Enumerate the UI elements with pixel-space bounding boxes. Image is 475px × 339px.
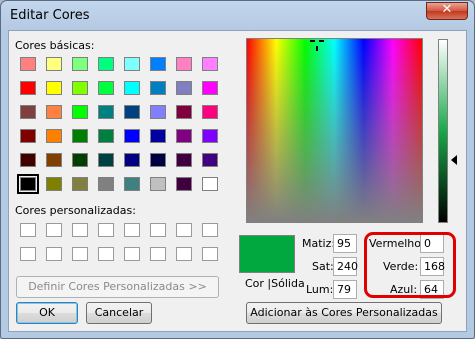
basic-color-swatch[interactable] <box>176 129 192 143</box>
basic-color-swatch[interactable] <box>98 81 114 95</box>
basic-color-swatch[interactable] <box>72 57 88 71</box>
basic-color-swatch[interactable] <box>46 105 62 119</box>
basic-color-swatch[interactable] <box>176 105 192 119</box>
edit-colors-dialog: Editar Cores ✕ Cores básicas: Cores pers… <box>0 0 475 339</box>
custom-color-swatch[interactable] <box>72 223 88 237</box>
close-button[interactable]: ✕ <box>426 2 468 20</box>
custom-color-swatch[interactable] <box>176 223 192 237</box>
basic-color-swatch[interactable] <box>98 153 114 167</box>
define-custom-colors-button[interactable]: Definir Cores Personalizadas >> <box>16 276 219 298</box>
basic-color-swatch[interactable] <box>124 81 140 95</box>
sat-label: Sat: <box>312 260 334 273</box>
basic-color-swatch[interactable] <box>98 177 114 191</box>
basic-color-swatch[interactable] <box>20 105 36 119</box>
custom-color-swatch[interactable] <box>176 247 192 261</box>
custom-color-swatch[interactable] <box>72 247 88 261</box>
basic-color-swatch[interactable] <box>202 129 218 143</box>
custom-color-swatch[interactable] <box>20 247 36 261</box>
basic-color-swatch[interactable] <box>46 57 62 71</box>
custom-color-swatch[interactable] <box>150 223 166 237</box>
custom-color-swatch[interactable] <box>98 247 114 261</box>
basic-color-swatch[interactable] <box>46 153 62 167</box>
basic-color-swatch[interactable] <box>46 81 62 95</box>
color-spectrum[interactable] <box>246 38 423 223</box>
basic-color-swatch[interactable] <box>98 105 114 119</box>
custom-colors-label: Cores personalizadas: <box>15 204 136 217</box>
custom-color-swatch[interactable] <box>202 223 218 237</box>
basic-color-swatch[interactable] <box>46 177 62 191</box>
basic-color-swatch[interactable] <box>72 177 88 191</box>
sat-input[interactable]: 240 <box>333 257 358 276</box>
luminosity-bar[interactable] <box>438 39 448 223</box>
custom-color-swatch[interactable] <box>124 223 140 237</box>
basic-color-swatch[interactable] <box>46 129 62 143</box>
hue-label: Matiz: <box>302 237 336 250</box>
basic-color-swatch[interactable] <box>150 57 166 71</box>
basic-color-swatch[interactable] <box>176 153 192 167</box>
basic-color-swatch[interactable] <box>72 105 88 119</box>
basic-color-swatch[interactable] <box>202 57 218 71</box>
basic-color-swatch[interactable] <box>124 177 140 191</box>
custom-color-swatch[interactable] <box>46 247 62 261</box>
custom-color-swatch[interactable] <box>20 223 36 237</box>
ok-button[interactable]: OK <box>16 302 78 324</box>
basic-color-swatch[interactable] <box>176 57 192 71</box>
custom-color-swatch[interactable] <box>150 247 166 261</box>
basic-color-swatch[interactable] <box>150 129 166 143</box>
custom-color-swatch[interactable] <box>98 223 114 237</box>
window-title: Editar Cores <box>10 8 90 23</box>
hue-input[interactable]: 95 <box>333 234 357 253</box>
basic-color-swatch[interactable] <box>72 81 88 95</box>
cancel-button[interactable]: Cancelar <box>86 302 152 324</box>
lum-label: Lum: <box>306 283 334 296</box>
basic-color-swatch[interactable] <box>20 81 36 95</box>
basic-color-swatch[interactable] <box>176 81 192 95</box>
basic-color-swatch[interactable] <box>202 105 218 119</box>
dialog-body: Cores básicas: Cores personalizadas: Def… <box>8 30 467 332</box>
basic-color-swatch[interactable] <box>202 177 218 191</box>
basic-color-swatch[interactable] <box>202 153 218 167</box>
basic-color-swatch[interactable] <box>202 81 218 95</box>
basic-color-swatch[interactable] <box>72 153 88 167</box>
basic-colors-label: Cores básicas: <box>15 39 95 52</box>
basic-color-swatch[interactable] <box>150 153 166 167</box>
basic-color-swatch[interactable] <box>176 177 192 191</box>
basic-color-swatch[interactable] <box>124 153 140 167</box>
basic-color-swatch[interactable] <box>17 174 39 194</box>
basic-color-swatch[interactable] <box>98 57 114 71</box>
custom-color-swatch[interactable] <box>202 247 218 261</box>
basic-color-swatch[interactable] <box>124 105 140 119</box>
add-to-custom-colors-button[interactable]: Adicionar às Cores Personalizadas <box>246 302 442 324</box>
close-icon: ✕ <box>441 2 453 17</box>
basic-color-swatch[interactable] <box>98 129 114 143</box>
title-bar[interactable]: Editar Cores ✕ <box>1 1 474 31</box>
basic-color-swatch[interactable] <box>20 57 36 71</box>
custom-color-swatch[interactable] <box>124 247 140 261</box>
basic-color-swatch[interactable] <box>72 129 88 143</box>
luminosity-arrow-icon[interactable] <box>451 155 457 165</box>
color-solid-label: Cor |Sólida <box>245 277 305 290</box>
basic-color-swatch[interactable] <box>150 177 166 191</box>
crosshair-icon <box>309 38 329 52</box>
basic-color-swatch[interactable] <box>124 129 140 143</box>
rgb-highlight-annotation <box>364 232 456 298</box>
basic-color-swatch[interactable] <box>124 57 140 71</box>
basic-color-swatch[interactable] <box>150 81 166 95</box>
basic-color-swatch[interactable] <box>20 153 36 167</box>
basic-color-swatch[interactable] <box>20 129 36 143</box>
color-preview <box>239 235 295 273</box>
lum-input[interactable]: 79 <box>333 280 357 299</box>
custom-color-swatch[interactable] <box>46 223 62 237</box>
basic-color-swatch[interactable] <box>150 105 166 119</box>
